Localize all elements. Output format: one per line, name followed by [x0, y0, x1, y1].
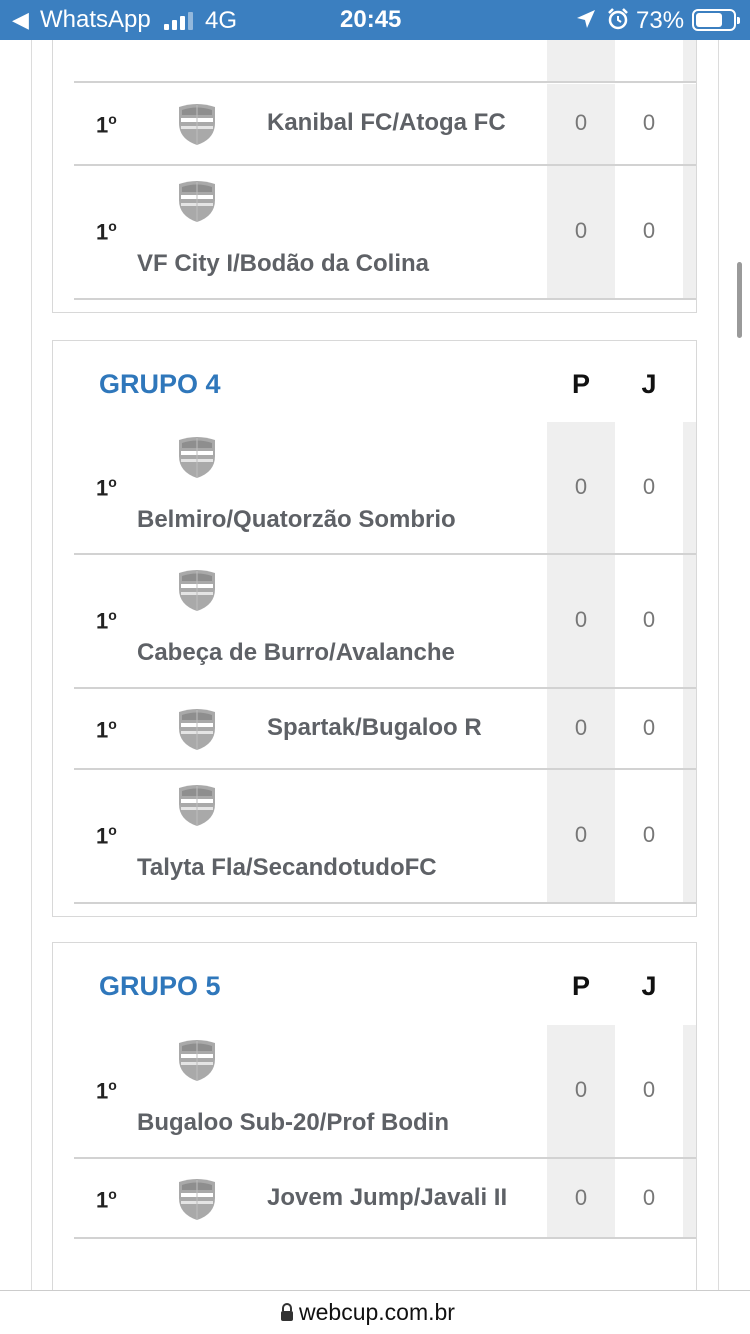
points-cell: 0	[547, 1025, 615, 1157]
points-value: 0	[574, 474, 588, 499]
group-panel-5: GRUPO 5 P J 0 0 1o Bugaloo Sub-20/Prof Bodin 0 0…	[52, 942, 697, 1334]
battery-icon	[692, 9, 740, 31]
table-row[interactable]: 0 0 1o Spartak/Bugaloo R	[74, 689, 696, 770]
points-cell: 0	[547, 84, 615, 164]
points-cell: 0	[547, 770, 615, 902]
games-cell: 0	[615, 1159, 683, 1237]
table-row[interactable]: 0 0 1o Cabeça de Burro/Avalanche	[74, 555, 696, 689]
points-value: 0	[574, 1077, 588, 1102]
team-name[interactable]: Kanibal FC/Atoga FC	[267, 109, 506, 137]
next-column-cell	[683, 422, 696, 553]
team-crest-icon	[174, 706, 220, 752]
games-cell: 0	[615, 689, 683, 768]
games-cell: 0	[615, 166, 683, 298]
team-name[interactable]: Spartak/Bugaloo R	[267, 714, 482, 742]
column-header-points: P	[571, 369, 590, 399]
lock-icon	[281, 1303, 293, 1321]
team-name[interactable]: VF City I/Bodão da Colina	[137, 250, 429, 278]
next-column-cell	[683, 689, 696, 768]
team-name[interactable]: Belmiro/Quatorzão Sombrio	[137, 506, 456, 534]
cellular-signal-icon	[164, 10, 196, 30]
battery-level	[696, 13, 722, 27]
next-column-cell	[683, 555, 696, 687]
back-arrow-icon[interactable]: ◀	[12, 8, 29, 32]
table-row[interactable]: 0 0 1o Bugaloo Sub-20/Prof Bodin	[74, 1025, 696, 1159]
games-value: 0	[642, 715, 656, 740]
games-cell: 0	[615, 84, 683, 164]
network-type: 4G	[205, 7, 238, 34]
next-column-cell	[683, 166, 696, 298]
points-cell: 0	[547, 1159, 615, 1237]
games-cell: 0	[615, 422, 683, 553]
games-value: 0	[642, 607, 656, 632]
column-header-games: J	[641, 369, 657, 399]
rank-position: 1o	[96, 1077, 117, 1104]
next-column-cell	[683, 84, 696, 164]
games-value: 0	[642, 218, 656, 243]
rank-position: 1o	[96, 716, 117, 743]
column-header-games: J	[641, 971, 657, 1001]
group-title: GRUPO 5	[99, 971, 221, 1001]
url-bar[interactable]: webcup.com.br	[0, 1290, 750, 1334]
back-to-app-link[interactable]: WhatsApp	[40, 7, 151, 33]
points-value: 0	[574, 110, 588, 135]
rank-position: 1o	[96, 822, 117, 849]
team-crest-icon	[174, 567, 220, 613]
next-column-cell	[683, 1025, 696, 1157]
points-cell: 0	[547, 422, 615, 553]
rank-position: 1o	[96, 607, 117, 634]
points-cell: 0	[547, 689, 615, 768]
team-crest-icon	[174, 101, 220, 147]
table-row[interactable]: 0 0 1o Talyta Fla/SecandotudoFC	[74, 770, 696, 904]
table-row[interactable]: 0 0 1o Kanibal FC/Atoga FC	[74, 84, 696, 166]
table-row[interactable]: 0 0 1o Belmiro/Quatorzão Sombrio	[74, 422, 696, 555]
team-crest-icon	[174, 178, 220, 224]
points-cell: 0	[547, 166, 615, 298]
clock-time: 20:45	[340, 6, 402, 33]
games-value: 0	[642, 474, 656, 499]
games-cell: 0	[615, 1025, 683, 1157]
battery-percent: 73%	[636, 7, 685, 34]
rank-position: 1o	[96, 1186, 117, 1213]
group-header: GRUPO 4 P J	[53, 341, 696, 423]
group-header: GRUPO 5 P J	[53, 943, 696, 1025]
team-crest-icon	[174, 1176, 220, 1222]
games-cell: 0	[615, 770, 683, 902]
points-value: 0	[574, 1185, 588, 1210]
table-row[interactable]: 0 0 1o VF City I/Bodão da Colina	[74, 166, 696, 300]
games-value: 0	[642, 1185, 656, 1210]
next-column-cell	[683, 1159, 696, 1237]
rank-position: 1o	[96, 111, 117, 138]
games-value: 0	[642, 1077, 656, 1102]
location-arrow-icon	[577, 10, 595, 28]
points-value: 0	[574, 607, 588, 632]
rank-position: 1o	[96, 474, 117, 501]
team-name[interactable]: Talyta Fla/SecandotudoFC	[137, 854, 437, 882]
group-title: GRUPO 4	[99, 369, 221, 399]
points-value: 0	[574, 822, 588, 847]
status-bar: ◀ WhatsApp 4G 20:45 73%	[0, 0, 750, 40]
team-crest-icon	[174, 434, 220, 480]
games-cell: 0	[615, 555, 683, 687]
next-column-cell	[683, 770, 696, 902]
team-crest-icon	[174, 782, 220, 828]
alarm-clock-icon	[608, 8, 628, 30]
group-panel-3: 001oFaustinos/Lulala13001oKanibal FC/Ato…	[52, 0, 697, 313]
team-name[interactable]: Jovem Jump/Javali II	[267, 1184, 507, 1212]
column-header-points: P	[571, 971, 590, 1001]
team-name[interactable]: Bugaloo Sub-20/Prof Bodin	[137, 1109, 449, 1137]
scrollbar[interactable]	[737, 262, 742, 338]
group-panel-4: GRUPO 4 P J 0 0 1o Belmiro/Quatorzão Sombrio 0 0…	[52, 340, 697, 917]
url-text[interactable]: webcup.com.br	[299, 1299, 455, 1326]
points-value: 0	[574, 218, 588, 243]
games-value: 0	[642, 110, 656, 135]
games-value: 0	[642, 822, 656, 847]
points-value: 0	[574, 715, 588, 740]
table-row[interactable]: 0 0 1o Jovem Jump/Javali II	[74, 1159, 696, 1239]
team-name[interactable]: Cabeça de Burro/Avalanche	[137, 639, 455, 667]
rank-position: 1o	[96, 218, 117, 245]
points-cell: 0	[547, 555, 615, 687]
team-crest-icon	[174, 1037, 220, 1083]
